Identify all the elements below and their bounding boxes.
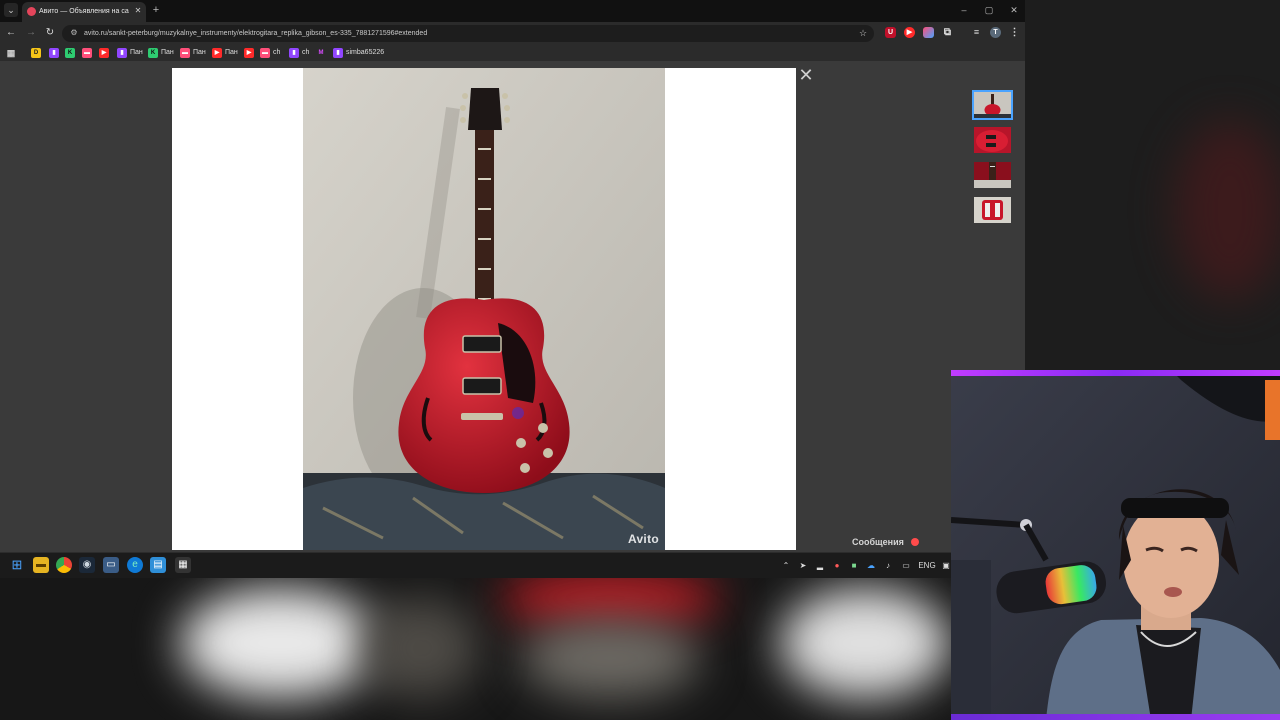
webcam-frame-bottom [951,714,1280,720]
avito-watermark: Avito [627,532,659,546]
photo-gallery-modal: Avito [172,68,796,550]
address-bar[interactable]: ⚙ avito.ru/sankt-peterburg/muzykalnye_in… [62,25,874,42]
bookmark-item[interactable]: M [316,47,330,59]
reading-list-icon[interactable]: ≡ [971,27,982,38]
blurred-background-area [0,578,951,720]
thumbnail-3[interactable] [972,160,1013,190]
bookmark-item[interactable]: K Пан [148,47,178,59]
bookmark-favicon-icon: ▬ [180,48,190,58]
tab-bar: ⌄ Авито — Объявления на сайт ✕ + – ▢ ✕ [0,0,1025,22]
bookmarks-bar: ▦ D ▮ K ▬ ▶ ▮ Пан K Пан ▬ Пан ▶ Пан ▶ ▬ ch ▮ c… [0,44,1025,62]
guitar-photo-illustration [303,68,665,550]
nvidia-tray-icon[interactable]: ■ [849,559,859,572]
youtube-extension-icon[interactable]: ▶ [904,27,915,38]
thumbnail-1[interactable] [972,90,1013,120]
tab-close-button[interactable]: ✕ [133,5,143,17]
bookmark-item[interactable]: ▶ [99,47,113,59]
bookmark-favicon-icon: ▮ [289,48,299,58]
bookmark-favicon-icon: ▶ [212,48,222,58]
apps-grid-icon[interactable]: ▦ [6,48,16,58]
bookmark-item[interactable]: K [65,47,79,59]
thumbnail-4[interactable] [972,195,1013,225]
ublock-extension-icon[interactable]: U [885,27,896,38]
bookmark-favicon-icon: ▶ [244,48,254,58]
notepad-icon[interactable]: ▤ [150,557,166,573]
webcam-overlay [951,370,1280,720]
window-close-button[interactable]: ✕ [1007,3,1021,17]
bookmark-item[interactable]: ▮ simba65226 [333,47,393,59]
thumbnail-2[interactable] [972,125,1013,155]
thumbnail-image [974,197,1011,223]
bookmark-favicon-icon: K [65,48,75,58]
reload-button[interactable]: ↻ [43,26,57,40]
blurred-side-area [1025,0,1280,372]
bookmark-item[interactable]: ▬ Пан [180,47,210,59]
gallery-close-button[interactable]: ✕ [797,66,815,84]
chrome-icon[interactable] [56,557,72,573]
streamer-webcam-illustration [951,370,1280,720]
thumbnail-strip [972,90,1014,230]
browser-tab-avito[interactable]: Авито — Объявления на сайт ✕ [22,2,146,22]
bookmark-item[interactable]: ▬ [82,47,96,59]
back-button[interactable]: ← [4,26,18,40]
forward-button[interactable]: → [24,26,38,40]
page-viewport: Avito ✕ Сообщения [0,62,1025,552]
status-tray-icon[interactable]: ● [832,559,842,572]
microphone-tray-icon[interactable]: ♪ [883,559,893,572]
bookmark-item[interactable]: ▶ Пан [212,47,242,59]
signal-bars-tray-icon[interactable]: ▂ [815,559,825,572]
extensions-puzzle-icon[interactable]: ⧉ [942,27,953,38]
bookmark-favicon-icon: K [148,48,158,58]
edge-icon[interactable]: e [127,557,143,573]
desktop-screen: ⌄ Авито — Объявления на сайт ✕ + – ▢ ✕ ←… [0,0,1280,720]
cloud-tray-icon[interactable]: ☁ [866,559,876,572]
url-text[interactable]: avito.ru/sankt-peterburg/muzykalnye_inst… [84,27,844,40]
bookmark-favicon-icon: D [31,48,41,58]
listing-photo[interactable]: Avito [303,68,665,550]
profile-avatar-icon[interactable]: T [990,27,1001,38]
file-explorer-icon[interactable]: ▬ [33,557,49,573]
bookmark-favicon-icon: ▮ [49,48,59,58]
color-extension-icon[interactable] [923,27,934,38]
bookmark-item[interactable]: D [31,47,45,59]
avito-favicon-icon [27,7,36,16]
webcam-frame-top [951,370,1280,376]
bookmark-favicon-icon: ▮ [117,48,127,58]
obs-like-app-icon[interactable]: ▦ [175,557,191,573]
bookmark-item[interactable]: ▮ Пан [117,47,147,59]
tab-title: Авито — Объявления на сайт [39,8,129,15]
tray-overflow-icon[interactable]: ⌃ [781,559,791,572]
maximize-button[interactable]: ▢ [982,3,996,17]
windows-taskbar: ⊞ ▬ ◉ ▭ e ▤ ▦ ⌃ ➤ ▂ ● ■ ☁ ♪ ▭ ENG ▣ [0,552,951,578]
bookmark-favicon-icon: ▶ [99,48,109,58]
bookmark-favicon-icon: M [318,50,324,56]
bookmark-item[interactable]: ▬ ch [260,47,286,59]
bookmark-favicon-icon: ▮ [333,48,343,58]
messages-badge [911,538,919,546]
thumbnail-image [974,162,1011,188]
telegram-tray-icon[interactable]: ➤ [798,559,808,572]
browser-window: ⌄ Авито — Объявления на сайт ✕ + – ▢ ✕ ←… [0,0,1025,578]
thumbnail-image [974,92,1011,118]
display-tray-icon[interactable]: ▣ [941,559,951,572]
site-info-icon[interactable]: ⚙ [69,28,79,38]
bookmark-item[interactable]: ▮ ch [289,47,315,59]
minimize-button[interactable]: – [957,3,971,17]
bookmark-favicon-icon: ▬ [82,48,92,58]
language-indicator[interactable]: ENG [918,559,936,572]
thumbnail-image [974,127,1011,153]
messages-link[interactable]: Сообщения [852,535,904,549]
bookmark-item[interactable]: ▮ [49,47,63,59]
browser-menu-icon[interactable]: ⋮ [1009,27,1020,38]
app-window-icon[interactable]: ▭ [103,557,119,573]
bookmark-item[interactable]: ▶ [244,47,258,59]
bookmark-favicon-icon: ▬ [260,48,270,58]
keyboard-tray-icon[interactable]: ▭ [900,559,912,572]
windows-start-icon[interactable]: ⊞ [9,557,25,573]
steam-icon[interactable]: ◉ [79,557,95,573]
bookmark-star-icon[interactable]: ☆ [857,27,869,40]
tab-search-button[interactable]: ⌄ [4,3,18,17]
browser-toolbar: ← → ↻ ⚙ avito.ru/sankt-peterburg/muzykal… [0,22,1025,44]
new-tab-button[interactable]: + [150,3,162,17]
